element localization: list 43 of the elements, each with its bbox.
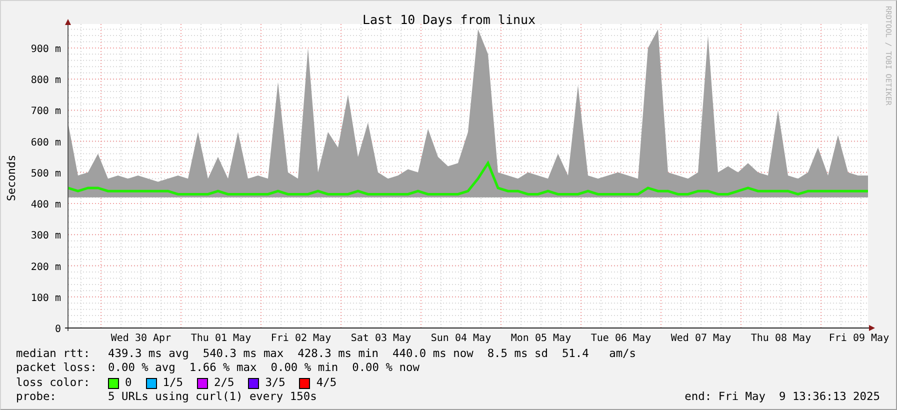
legend-value: 0 [125, 376, 132, 390]
tick-label: 800 m [30, 75, 61, 86]
legend-value: 51.4 am/s [562, 347, 636, 362]
tick-label: 600 m [30, 137, 61, 148]
tick-label: Fri 02 May [270, 333, 332, 344]
legend-value: 540.3 ms max [202, 347, 284, 362]
legend-label: packet loss: [16, 361, 98, 376]
legend-value: 3/5 [265, 376, 286, 390]
legend-value: 5 URLs using curl(1) every 150s [108, 390, 317, 405]
tick-label: 200 m [30, 262, 61, 273]
tick-label: Wed 07 May [670, 333, 732, 344]
legend-value: 1.66 % max [189, 361, 257, 376]
tick-label: Fri 09 May [828, 333, 890, 344]
y-axis-label: Seconds [5, 154, 18, 202]
legend-value: 428.3 ms min [298, 347, 378, 362]
legend-value: 8.5 ms sd [487, 347, 548, 362]
legend-label: loss color: [16, 376, 92, 390]
legend-value: 0.00 % avg [108, 361, 176, 376]
tick-label: Mon 05 May [510, 333, 572, 344]
legend-value: 2/5 [214, 376, 234, 390]
legend-value: 0.00 % now [352, 361, 420, 376]
tick-label: Sun 04 May [430, 333, 492, 344]
tick-label: 500 m [30, 168, 61, 180]
tick-label: 400 m [30, 200, 61, 211]
tick-label: Wed 30 Apr [110, 333, 172, 344]
legend-value: 0.00 % min [270, 361, 338, 376]
legend-label: median rtt: [16, 347, 92, 362]
legend-value: 4/5 [316, 376, 337, 390]
legend-value: 1/5 [162, 376, 183, 390]
tick-label: 900 m [30, 44, 61, 55]
tick-label: 0 [54, 324, 61, 335]
legend-label: probe: [16, 390, 58, 405]
tick-label: Sat 03 May [350, 333, 412, 344]
tick-label: Tue 06 May [590, 333, 652, 344]
tick-label: Thu 08 May [750, 333, 812, 344]
tick-label: Thu 01 May [190, 333, 252, 344]
end-time: end: Fri May 9 13:36:13 2025 [684, 390, 880, 405]
tick-label: 300 m [30, 230, 61, 242]
tick-label: 700 m [30, 106, 61, 118]
chart-title: Last 10 Days from linux [362, 12, 536, 27]
tick-label: 100 m [30, 292, 61, 304]
legend-value: 439.3 ms avg [108, 347, 189, 362]
legend-value: 440.0 ms now [392, 347, 474, 362]
